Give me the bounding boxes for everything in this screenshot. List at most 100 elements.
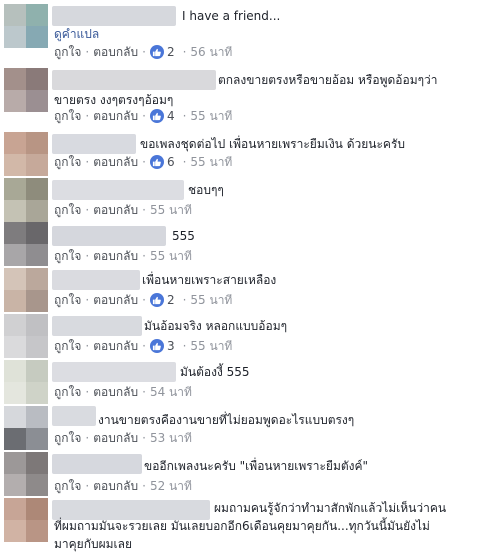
blurred-author-name[interactable] bbox=[52, 226, 166, 246]
comment-item: ตกลงขายตรงหรือขายอ้อม หรือพูดอ้อมๆว่า ขา… bbox=[0, 66, 482, 128]
comment-item: มันต้องงี้ 555 ถูกใจ · ตอบกลับ · 54 นาที bbox=[0, 358, 482, 404]
like-button[interactable]: ถูกใจ bbox=[54, 108, 81, 124]
separator-dot: · bbox=[182, 109, 187, 123]
like-button[interactable]: ถูกใจ bbox=[54, 44, 81, 60]
avatar[interactable] bbox=[4, 132, 48, 176]
avatar[interactable] bbox=[4, 268, 48, 312]
like-button[interactable]: ถูกใจ bbox=[54, 202, 81, 218]
reply-button[interactable]: ตอบกลับ bbox=[93, 202, 138, 218]
separator-dot: · bbox=[142, 109, 146, 123]
reaction-count[interactable]: 6 bbox=[167, 154, 175, 170]
like-button[interactable]: ถูกใจ bbox=[54, 338, 81, 354]
separator-dot: · bbox=[85, 249, 90, 263]
comment-text: ผมถามคนรู้จักว่าทำมาสักพักแล้วไม่เห็นว่า… bbox=[214, 501, 447, 515]
avatar[interactable] bbox=[4, 406, 48, 450]
separator-dot: · bbox=[142, 293, 146, 307]
reply-button[interactable]: ตอบกลับ bbox=[93, 292, 138, 308]
like-button[interactable]: ถูกใจ bbox=[54, 248, 81, 264]
separator-dot: · bbox=[85, 203, 90, 217]
reply-button[interactable]: ตอบกลับ bbox=[93, 384, 138, 400]
see-translation-link[interactable]: ดูคำแปล bbox=[54, 26, 99, 42]
separator-dot: · bbox=[85, 293, 90, 307]
comment-text: ชอบๆๆ bbox=[188, 183, 224, 197]
like-button[interactable]: ถูกใจ bbox=[54, 292, 81, 308]
comment-item: ชอบๆๆ ถูกใจ · ตอบกลับ · 55 นาที bbox=[0, 176, 482, 222]
like-reaction-icon[interactable] bbox=[149, 339, 164, 353]
reply-button[interactable]: ตอบกลับ bbox=[93, 430, 138, 446]
avatar[interactable] bbox=[4, 68, 48, 112]
separator-dot: · bbox=[142, 385, 146, 399]
blurred-author-name[interactable] bbox=[52, 406, 96, 426]
reply-button[interactable]: ตอบกลับ bbox=[93, 154, 138, 170]
avatar[interactable] bbox=[4, 222, 48, 266]
reaction-count[interactable]: 4 bbox=[167, 108, 175, 124]
separator-dot: · bbox=[182, 155, 187, 169]
comment-text: มันต้องงี้ 555 bbox=[180, 365, 250, 379]
separator-dot: · bbox=[142, 203, 146, 217]
blurred-author-name[interactable] bbox=[52, 362, 176, 382]
avatar[interactable] bbox=[4, 4, 48, 48]
avatar[interactable] bbox=[4, 498, 48, 542]
timestamp[interactable]: 55 นาที bbox=[190, 338, 232, 354]
blurred-author-name[interactable] bbox=[52, 134, 136, 154]
blurred-author-name[interactable] bbox=[52, 6, 176, 26]
comment-text: งานขายตรงคืองานขายที่ไม่ยอมพูดอะไรแบบตรง… bbox=[98, 413, 355, 427]
blurred-author-name[interactable] bbox=[52, 70, 216, 90]
separator-dot: · bbox=[182, 45, 187, 59]
like-button[interactable]: ถูกใจ bbox=[54, 478, 81, 494]
reaction-count[interactable]: 2 bbox=[167, 292, 175, 308]
like-reaction-icon[interactable] bbox=[149, 109, 164, 123]
separator-dot: · bbox=[142, 155, 146, 169]
comment-item: ผมถามคนรู้จักว่าทำมาสักพักแล้วไม่เห็นว่า… bbox=[0, 496, 482, 555]
reply-button[interactable]: ตอบกลับ bbox=[93, 248, 138, 264]
separator-dot: · bbox=[85, 339, 90, 353]
comment-text: 555 bbox=[172, 229, 195, 243]
blurred-author-name[interactable] bbox=[52, 316, 142, 336]
timestamp[interactable]: 55 นาที bbox=[190, 292, 232, 308]
reaction-count[interactable]: 3 bbox=[167, 338, 175, 354]
separator-dot: · bbox=[85, 155, 90, 169]
separator-dot: · bbox=[182, 339, 187, 353]
separator-dot: · bbox=[142, 45, 146, 59]
separator-dot: · bbox=[85, 431, 90, 445]
like-button[interactable]: ถูกใจ bbox=[54, 154, 81, 170]
timestamp[interactable]: 54 นาที bbox=[150, 384, 192, 400]
timestamp[interactable]: 56 นาที bbox=[190, 44, 232, 60]
separator-dot: · bbox=[142, 479, 146, 493]
timestamp[interactable]: 55 นาที bbox=[190, 154, 232, 170]
blurred-author-name[interactable] bbox=[52, 454, 142, 474]
separator-dot: · bbox=[85, 385, 90, 399]
avatar[interactable] bbox=[4, 360, 48, 404]
comment-text: เพื่อนหายเพราะสายเหลือง bbox=[142, 273, 277, 287]
reply-button[interactable]: ตอบกลับ bbox=[93, 108, 138, 124]
reply-button[interactable]: ตอบกลับ bbox=[93, 44, 138, 60]
timestamp[interactable]: 53 นาที bbox=[150, 430, 192, 446]
blurred-author-name[interactable] bbox=[52, 270, 140, 290]
blurred-author-name[interactable] bbox=[52, 180, 184, 200]
comment-item: 555 ถูกใจ · ตอบกลับ · 55 นาที bbox=[0, 222, 482, 266]
like-button[interactable]: ถูกใจ bbox=[54, 384, 81, 400]
reaction-count[interactable]: 2 bbox=[167, 44, 175, 60]
timestamp[interactable]: 52 นาที bbox=[150, 478, 192, 494]
comment-item: งานขายตรงคืองานขายที่ไม่ยอมพูดอะไรแบบตรง… bbox=[0, 404, 482, 450]
comment-text: ขอเพลงชุดต่อไป เพื่อนหายเพราะยืมเงิน ด้ว… bbox=[140, 137, 406, 151]
timestamp[interactable]: 55 นาที bbox=[150, 248, 192, 264]
blurred-author-name[interactable] bbox=[52, 500, 210, 520]
comment-text: มาคุยกับผมเลย bbox=[54, 537, 133, 551]
avatar[interactable] bbox=[4, 178, 48, 222]
like-reaction-icon[interactable] bbox=[149, 293, 164, 307]
comment-text: มันอ้อมจริง หลอกแบบอ้อมๆ bbox=[144, 319, 288, 333]
separator-dot: · bbox=[85, 45, 90, 59]
separator-dot: · bbox=[182, 293, 187, 307]
like-button[interactable]: ถูกใจ bbox=[54, 430, 81, 446]
like-reaction-icon[interactable] bbox=[149, 155, 164, 169]
timestamp[interactable]: 55 นาที bbox=[150, 202, 192, 218]
timestamp[interactable]: 55 นาที bbox=[190, 108, 232, 124]
avatar[interactable] bbox=[4, 314, 48, 358]
like-reaction-icon[interactable] bbox=[149, 45, 164, 59]
comment-text: ขออีกเพลงนะครับ "เพื่อนหายเพราะยืมตังค์" bbox=[144, 459, 369, 473]
avatar[interactable] bbox=[4, 452, 48, 496]
comment-item: เพื่อนหายเพราะสายเหลือง ถูกใจ · ตอบกลับ … bbox=[0, 266, 482, 312]
reply-button[interactable]: ตอบกลับ bbox=[93, 338, 138, 354]
reply-button[interactable]: ตอบกลับ bbox=[93, 478, 138, 494]
